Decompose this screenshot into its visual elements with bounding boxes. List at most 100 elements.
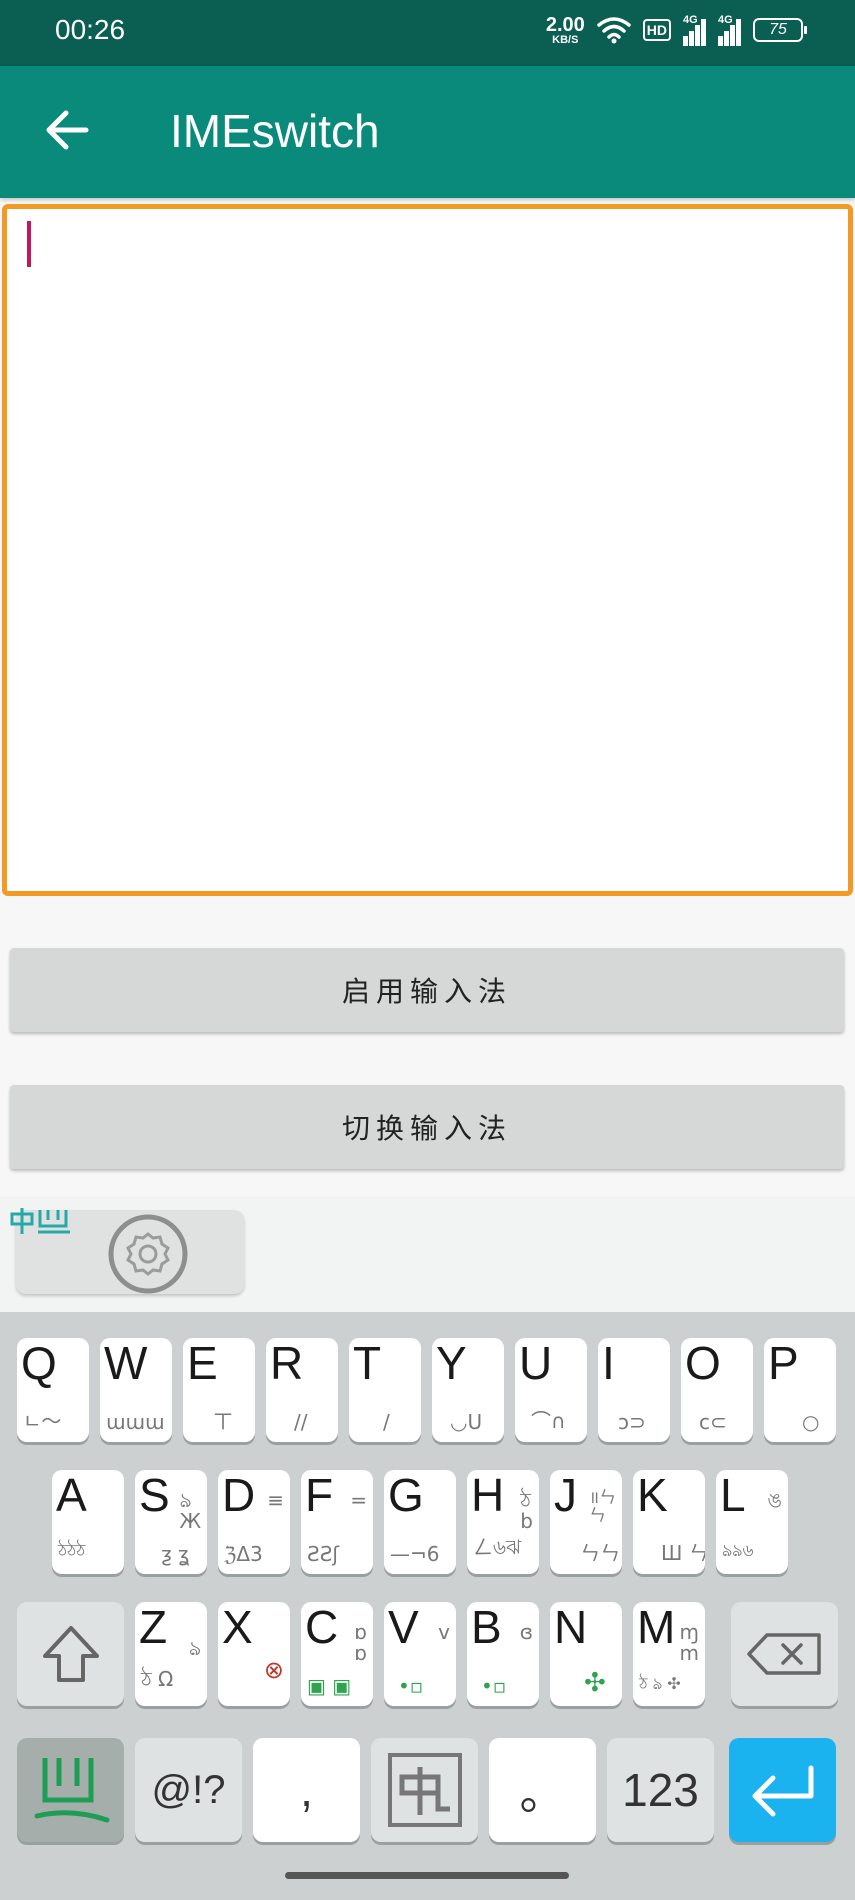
status-time: 00:26 <box>55 14 126 45</box>
key-j[interactable]: J ॥ㄣ ㄣㄣㄣ <box>550 1470 622 1574</box>
key-sub: // <box>294 1410 308 1434</box>
key-letter: K <box>637 1470 668 1521</box>
key-letter: W <box>104 1338 148 1389</box>
key-letter: J <box>554 1470 577 1521</box>
key-letter: N <box>554 1602 588 1653</box>
net-speed: 2.00 KB/S <box>546 15 585 46</box>
key-sub: •▫ <box>398 1674 424 1698</box>
soft-keyboard: Q ㄴ～ Wɯɯɯ Eㄒ R // T / Y ◡U U ⌒∩ Iɔ⊃ Oc⊂ P ○ Aঠ… <box>0 1312 855 1900</box>
net-speed-unit: KB/S <box>552 33 579 46</box>
key-letter: Z <box>139 1602 168 1653</box>
key-letter: H <box>471 1470 505 1521</box>
key-h[interactable]: H ঠ b ㄥ৬ঝ <box>467 1470 539 1574</box>
signal-4g-1: 4G <box>683 14 706 46</box>
key-letter: V <box>388 1602 419 1653</box>
key-sub: ɯɯɯ <box>106 1410 165 1434</box>
gesture-home-bar[interactable] <box>285 1872 569 1879</box>
hd-badge: HD <box>642 19 671 41</box>
key-letter: S <box>139 1470 170 1521</box>
key-v[interactable]: Vv •▫ <box>384 1602 456 1706</box>
key-w[interactable]: Wɯɯɯ <box>100 1338 172 1442</box>
key-side: ɞ <box>519 1620 533 1644</box>
enter-icon <box>752 1765 813 1817</box>
signal-label: 4G <box>718 14 733 26</box>
key-sub: ɔ⊃ <box>618 1410 646 1434</box>
key-l[interactable]: L ঙ ঌঌ৬ <box>716 1470 788 1574</box>
key-u[interactable]: U ⌒∩ <box>515 1338 587 1442</box>
key-letter: Y <box>436 1338 467 1389</box>
key-letter: I <box>602 1338 615 1389</box>
key-sub: ㄣㄣ <box>580 1541 620 1565</box>
signal-4g-2: 4G <box>718 14 741 46</box>
key-m[interactable]: Mɱ m ঠ ঌ ✣ <box>633 1602 705 1706</box>
key-letter: P <box>768 1338 799 1389</box>
key-letter: D <box>222 1470 256 1521</box>
key-o[interactable]: Oc⊂ <box>681 1338 753 1442</box>
key-sub: •▫ <box>481 1674 507 1698</box>
comma-key[interactable]: , <box>253 1738 360 1842</box>
gear-icon <box>108 1214 188 1294</box>
key-letter: E <box>187 1338 218 1389</box>
key-c[interactable]: Cɒ ɒ ▣ ▣ <box>301 1602 373 1706</box>
key-letter: C <box>305 1602 339 1653</box>
key-sub: ℨΔ3 <box>224 1542 263 1566</box>
key-sub: ঠ ঌ ✣ <box>639 1674 681 1693</box>
key-sub: ◡U <box>450 1410 483 1434</box>
key-f[interactable]: F = ƧƧʃ <box>301 1470 373 1574</box>
key-sub: / <box>383 1410 390 1434</box>
key-b[interactable]: Bɞ •▫ <box>467 1602 539 1706</box>
key-r[interactable]: R // <box>266 1338 338 1442</box>
text-cursor <box>27 221 31 267</box>
shift-key[interactable] <box>17 1602 124 1706</box>
key-side: v <box>438 1620 450 1644</box>
key-letter: L <box>720 1470 746 1521</box>
status-bar: 00:26 2.00 KB/S HD 4G 4G 75 <box>0 0 855 66</box>
key-s[interactable]: S ঌ Ж ƺ ʓ <box>135 1470 207 1574</box>
key-d[interactable]: D ≡ ℨΔ3 <box>218 1470 290 1574</box>
back-arrow-icon[interactable] <box>38 100 98 160</box>
enable-ime-button[interactable]: 启用输入法 <box>10 948 844 1032</box>
chinese-toggle-key[interactable] <box>371 1738 478 1842</box>
key-n[interactable]: N ✣ <box>550 1602 622 1706</box>
key-side: ঌ <box>188 1636 201 1660</box>
signal-label: 4G <box>683 14 698 26</box>
key-e[interactable]: Eㄒ <box>183 1338 255 1442</box>
ime-logo-icon <box>10 1208 70 1234</box>
key-side: ⊗ <box>263 1656 284 1684</box>
page-title: IMEswitch <box>170 105 380 157</box>
switch-ime-button[interactable]: 切换输入法 <box>10 1085 844 1169</box>
key-letter: F <box>305 1470 334 1521</box>
key-x[interactable]: X ⊗ <box>218 1602 290 1706</box>
key-sub: ঠঠঠ <box>58 1541 86 1561</box>
key-letter: R <box>270 1338 304 1389</box>
key-k[interactable]: K Ш ㄣ <box>633 1470 705 1574</box>
key-p[interactable]: P ○ <box>764 1338 836 1442</box>
key-q[interactable]: Q ㄴ～ <box>17 1338 89 1442</box>
key-sub: ✣ <box>584 1668 606 1698</box>
comma-key-label: , <box>300 1764 313 1816</box>
key-sub: ƧƧʃ <box>307 1542 340 1566</box>
status-indicators: 2.00 KB/S HD 4G 4G 75 <box>546 14 807 46</box>
symbols-key[interactable]: @!? <box>135 1738 242 1842</box>
key-sub: ঌঌ৬ <box>722 1541 754 1561</box>
period-key-label: 。 <box>519 1767 566 1819</box>
key-letter: Q <box>21 1338 57 1389</box>
key-letter: B <box>471 1602 502 1653</box>
backspace-key[interactable] <box>731 1602 838 1706</box>
symbols-key-label: @!? <box>151 1767 226 1812</box>
key-side: ɒ ɒ <box>354 1620 367 1665</box>
key-t[interactable]: T / <box>349 1338 421 1442</box>
text-editor[interactable] <box>2 204 853 896</box>
key-sub: ○ <box>802 1410 820 1434</box>
numbers-key[interactable]: 123 <box>607 1738 714 1842</box>
enter-key[interactable] <box>729 1738 836 1842</box>
key-z[interactable]: Zঌ ঠ Ω <box>135 1602 207 1706</box>
key-a[interactable]: A ঠঠঠ <box>52 1470 124 1574</box>
ime-mode-key[interactable] <box>17 1738 124 1842</box>
period-key[interactable]: 。 <box>489 1738 596 1842</box>
key-g[interactable]: G —¬6 <box>384 1470 456 1574</box>
key-i[interactable]: Iɔ⊃ <box>598 1338 670 1442</box>
key-sub: ƺ ʓ <box>161 1542 190 1566</box>
key-y[interactable]: Y ◡U <box>432 1338 504 1442</box>
key-sub: c⊂ <box>699 1410 727 1434</box>
